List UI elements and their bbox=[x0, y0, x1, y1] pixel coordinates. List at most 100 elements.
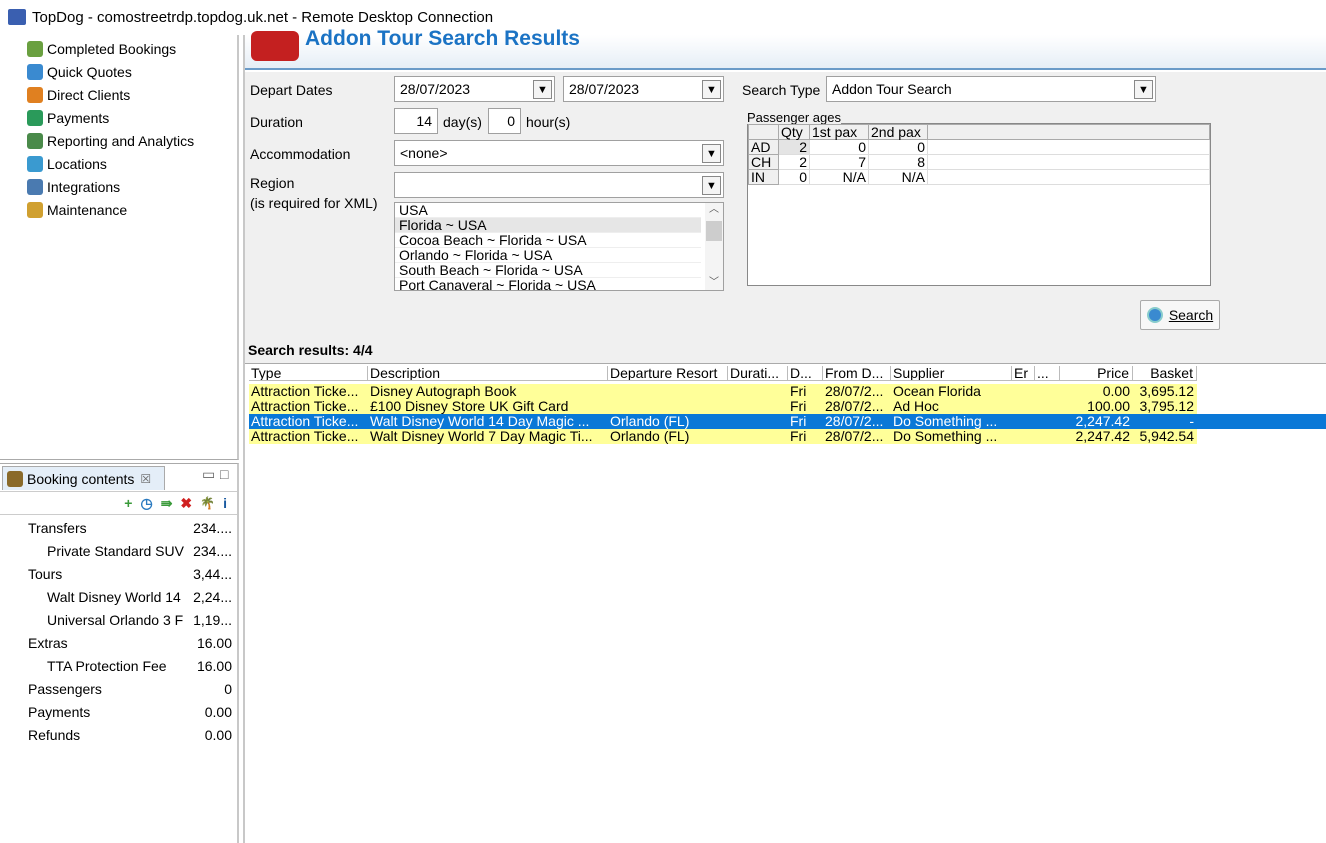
scrollbar[interactable]: ︿ ﹀ bbox=[705, 203, 723, 290]
booking-row-value: 234.... bbox=[190, 519, 232, 536]
booking-row[interactable]: Extras 16.00 bbox=[0, 631, 236, 654]
column-header[interactable]: D... bbox=[788, 366, 823, 380]
pax-cell[interactable]: 8 bbox=[868, 154, 928, 170]
chevron-down-icon[interactable]: ▼ bbox=[1134, 80, 1153, 99]
pax-type: IN bbox=[748, 169, 779, 185]
booking-toolbar: + ◷ ⇛ ✖ 🌴 i bbox=[0, 491, 237, 515]
pax-cell[interactable]: 7 bbox=[809, 154, 869, 170]
result-cell: Attraction Ticke... bbox=[251, 414, 359, 429]
result-row[interactable]: Attraction Ticke... Disney Autograph Book… bbox=[249, 384, 1197, 399]
result-cell: 3,695.12 bbox=[1139, 384, 1195, 399]
pax-cell[interactable]: 2 bbox=[778, 139, 810, 155]
result-cell: 28/07/2... bbox=[825, 399, 884, 414]
nav-item-locations[interactable]: Locations bbox=[0, 152, 237, 175]
column-header[interactable]: From D... bbox=[823, 366, 891, 380]
pax-cell[interactable]: 0 bbox=[868, 139, 928, 155]
search-button[interactable]: Search bbox=[1140, 300, 1220, 330]
clock-icon[interactable]: ◷ bbox=[140, 495, 152, 512]
result-row[interactable]: Attraction Ticke... Walt Disney World 14 … bbox=[249, 414, 1326, 429]
result-row[interactable]: Attraction Ticke... Walt Disney World 7 D… bbox=[249, 429, 1197, 444]
chevron-down-icon[interactable]: ▼ bbox=[702, 80, 721, 99]
depart-from-field[interactable]: 28/07/2023 ▼ bbox=[394, 76, 555, 102]
nav-item-reporting-and-analytics[interactable]: Reporting and Analytics bbox=[0, 129, 237, 152]
pax-cell[interactable]: 0 bbox=[809, 139, 869, 155]
info-icon[interactable]: i bbox=[223, 495, 227, 511]
search-type-select[interactable]: Addon Tour Search ▼ bbox=[826, 76, 1156, 102]
column-header[interactable]: Departure Resort bbox=[608, 366, 728, 380]
result-row[interactable]: Attraction Ticke... £100 Disney Store UK … bbox=[249, 399, 1197, 414]
booking-row-value: 0 bbox=[221, 680, 232, 697]
region-option[interactable]: Port Canaveral ~ Florida ~ USA bbox=[395, 278, 701, 291]
days-input[interactable]: 14 bbox=[394, 108, 438, 134]
booking-row[interactable]: Refunds 0.00 bbox=[0, 723, 236, 746]
region-option[interactable]: Florida ~ USA bbox=[395, 218, 701, 233]
booking-row[interactable]: Passengers 0 bbox=[0, 677, 236, 700]
region-option[interactable]: Cocoa Beach ~ Florida ~ USA bbox=[395, 233, 701, 248]
nav-item-integrations[interactable]: Integrations bbox=[0, 175, 237, 198]
delete-icon[interactable]: ✖ bbox=[180, 495, 192, 512]
column-header[interactable]: Basket bbox=[1133, 366, 1197, 380]
nav-item-quick-quotes[interactable]: Quick Quotes bbox=[0, 60, 237, 83]
pax-type: CH bbox=[748, 154, 779, 170]
chevron-down-icon[interactable]: ▼ bbox=[533, 80, 552, 99]
nav-item-maintenance[interactable]: Maintenance bbox=[0, 198, 237, 221]
booking-row[interactable]: Walt Disney World 14 2,24... bbox=[0, 585, 236, 608]
booking-row[interactable]: TTA Protection Fee 16.00 bbox=[0, 654, 236, 677]
result-cell bbox=[1035, 429, 1060, 444]
passenger-ages-table[interactable]: Qty 1st pax 2nd pax AD 2 0 0 CH 2 7 8 IN 0 N/A N/A bbox=[747, 123, 1211, 286]
accommodation-select[interactable]: <none> ▼ bbox=[394, 140, 724, 166]
close-tab-icon[interactable]: ☒ bbox=[140, 472, 151, 486]
pax-cell[interactable]: N/A bbox=[809, 169, 869, 185]
result-cell: Attraction Ticke... bbox=[251, 399, 359, 414]
nav-item-direct-clients[interactable]: Direct Clients bbox=[0, 83, 237, 106]
palm-icon[interactable]: 🌴 bbox=[200, 496, 215, 510]
tab-booking-contents[interactable]: Booking contents ☒ bbox=[2, 466, 165, 490]
chevron-down-icon[interactable]: ▼ bbox=[702, 176, 721, 195]
chevron-down-icon[interactable]: ▼ bbox=[702, 144, 721, 163]
pax-row: AD 2 0 0 bbox=[748, 139, 1210, 155]
globe-icon bbox=[27, 155, 43, 172]
region-option[interactable]: USA bbox=[395, 203, 701, 218]
depart-to-field[interactable]: 28/07/2023 ▼ bbox=[563, 76, 724, 102]
region-input[interactable]: ▼ bbox=[394, 172, 724, 198]
nav-item-payments[interactable]: Payments bbox=[0, 106, 237, 129]
pax-cell[interactable]: N/A bbox=[868, 169, 928, 185]
column-header[interactable]: Type bbox=[249, 366, 368, 380]
column-header[interactable]: Durati... bbox=[728, 366, 788, 380]
column-header[interactable]: Description bbox=[368, 366, 608, 380]
booking-row[interactable]: Tours 3,44... bbox=[0, 562, 236, 585]
booking-row-label: Passengers bbox=[28, 680, 102, 697]
booking-row[interactable]: Transfers 234.... bbox=[0, 516, 236, 539]
booking-row[interactable]: Universal Orlando 3 F 1,19... bbox=[0, 608, 236, 631]
result-cell: Ad Hoc bbox=[893, 399, 939, 414]
region-option[interactable]: South Beach ~ Florida ~ USA bbox=[395, 263, 701, 278]
nav-item-completed-bookings[interactable]: Completed Bookings bbox=[0, 37, 237, 60]
booking-row[interactable]: Private Standard SUV 234.... bbox=[0, 539, 236, 562]
window-titlebar: TopDog - comostreetrdp.topdog.uk.net - R… bbox=[0, 0, 1326, 34]
column-header[interactable]: Price bbox=[1060, 366, 1133, 380]
result-cell bbox=[728, 399, 788, 414]
column-header[interactable]: ... bbox=[1035, 366, 1060, 380]
pax-header: 1st pax bbox=[809, 124, 869, 140]
result-cell: Orlando (FL) bbox=[610, 429, 690, 444]
result-cell: 5,942.54 bbox=[1139, 429, 1195, 444]
maximize-icon[interactable]: □ bbox=[220, 466, 228, 482]
search-icon bbox=[1146, 307, 1163, 323]
region-label: Region bbox=[250, 175, 295, 191]
column-header[interactable]: Supplier bbox=[891, 366, 1012, 380]
transfer-icon[interactable]: ⇛ bbox=[161, 495, 173, 512]
result-cell bbox=[1012, 429, 1035, 444]
hours-input[interactable]: 0 bbox=[488, 108, 521, 134]
pax-cell[interactable]: 2 bbox=[778, 154, 810, 170]
search-button-label: Search bbox=[1168, 307, 1214, 323]
nav-item-label: Quick Quotes bbox=[47, 63, 132, 80]
pax-header-row: Qty 1st pax 2nd pax bbox=[748, 124, 1210, 140]
booking-row[interactable]: Payments 0.00 bbox=[0, 700, 236, 723]
pax-cell[interactable]: 0 bbox=[778, 169, 810, 185]
result-cell bbox=[608, 384, 728, 399]
minimize-icon[interactable]: ▭ bbox=[202, 466, 215, 483]
region-list[interactable]: USA Florida ~ USA Cocoa Beach ~ Florida ~ … bbox=[394, 202, 724, 291]
add-icon[interactable]: + bbox=[124, 495, 132, 511]
region-option[interactable]: Orlando ~ Florida ~ USA bbox=[395, 248, 701, 263]
column-header[interactable]: Er bbox=[1012, 366, 1035, 380]
